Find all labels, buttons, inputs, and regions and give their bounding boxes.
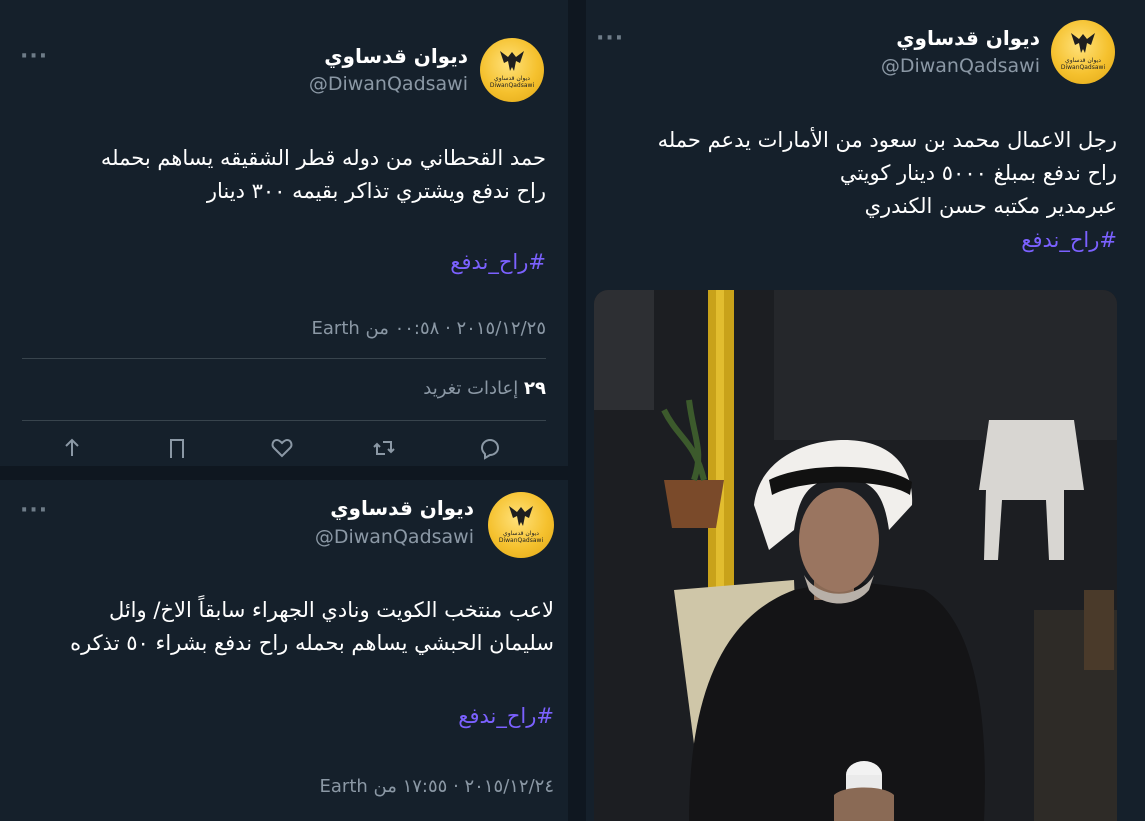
tweet-line: سليمان الحبشي يساهم بحمله راح ندفع بشراء… [70, 631, 554, 655]
profile-avatar[interactable]: ديوان قدساوي DiwanQadsawi [1051, 20, 1115, 84]
retweet-stats[interactable]: ٢٩ إعادات تغريد [423, 378, 546, 399]
hashtag-link[interactable]: #راح_ندفع [458, 704, 554, 728]
tweet-timestamp[interactable]: ٢٠١٥/١٢/٢٤ · ‏١٧:٥٥ من Earth [320, 776, 554, 797]
tweet-line: لاعب منتخب الكويت ونادي الجهراء سابقاً ا… [108, 598, 554, 622]
logo-icon [1071, 32, 1095, 53]
retweet-count: ٢٩ [524, 378, 546, 399]
user-handle[interactable]: @DiwanQadsawi [309, 73, 468, 95]
screenshot-collage: ··· ديوان قدساوي DiwanQadsawi ديوان قدساو… [0, 0, 1145, 821]
tweet-card-1: ··· ديوان قدساوي DiwanQadsawi ديوان قدساو… [0, 0, 568, 466]
tweet-line: حمد القحطاني من دوله قطر الشقيقه يساهم ب… [100, 146, 546, 170]
logo-icon [509, 505, 533, 526]
retweet-icon[interactable] [372, 436, 396, 460]
display-name[interactable]: ديوان قدساوي [330, 496, 474, 520]
tweet-text: لاعب منتخب الكويت ونادي الجهراء سابقاً ا… [70, 594, 554, 660]
bookmark-icon[interactable] [165, 436, 189, 460]
display-name[interactable]: ديوان قدساوي [896, 26, 1040, 50]
photo-illustration [594, 290, 1117, 821]
tweet-text: رجل الاعمال محمد بن سعود من الأمارات يدع… [658, 124, 1117, 223]
tweet-line: رجل الاعمال محمد بن سعود من الأمارات يدع… [657, 128, 1117, 152]
divider [22, 420, 546, 421]
tweet-line: عبرمدير مكتبه حسن الكندري [864, 194, 1117, 218]
like-icon[interactable] [270, 436, 294, 460]
profile-avatar[interactable]: ديوان قدساوي DiwanQadsawi [480, 38, 544, 102]
tweet-line: راح ندفع ويشتري تذاكر بقيمه ٣٠٠ دينار [206, 179, 546, 203]
tweet-text: حمد القحطاني من دوله قطر الشقيقه يساهم ب… [101, 142, 546, 208]
more-options-icon[interactable]: ··· [596, 28, 624, 50]
reply-icon[interactable] [478, 436, 502, 460]
more-options-icon[interactable]: ··· [20, 46, 48, 68]
user-handle[interactable]: @DiwanQadsawi [881, 55, 1040, 77]
logo-icon [500, 50, 524, 71]
profile-avatar[interactable]: ديوان قدساوي DiwanQadsawi [488, 492, 554, 558]
panel-divider [0, 466, 568, 480]
logo-text: ديوان قدساوي DiwanQadsawi [1060, 56, 1106, 71]
tweet-card-2: ··· ديوان قدساوي DiwanQadsawi ديوان قدساو… [0, 480, 568, 821]
hashtag-link[interactable]: #راح_ندفع [450, 250, 546, 274]
share-icon[interactable] [60, 436, 84, 460]
user-handle[interactable]: @DiwanQadsawi [315, 526, 474, 548]
retweet-label: إعادات تغريد [423, 378, 519, 399]
panel-divider [568, 0, 586, 821]
display-name[interactable]: ديوان قدساوي [324, 44, 468, 68]
logo-text: ديوان قدساوي DiwanQadsawi [489, 74, 535, 89]
tweet-line: راح ندفع بمبلغ ٥٠٠٠ دينار كويتي [839, 161, 1117, 185]
tweet-photo[interactable] [594, 290, 1117, 821]
more-options-icon[interactable]: ··· [20, 500, 48, 522]
tweet-timestamp[interactable]: ٢٠١٥/١٢/٢٥ · ‏٠٠:٥٨ من Earth [312, 318, 546, 339]
divider [22, 358, 546, 359]
hashtag-link[interactable]: #راح_ندفع [1021, 228, 1117, 252]
logo-text: ديوان قدساوي DiwanQadsawi [498, 529, 544, 544]
